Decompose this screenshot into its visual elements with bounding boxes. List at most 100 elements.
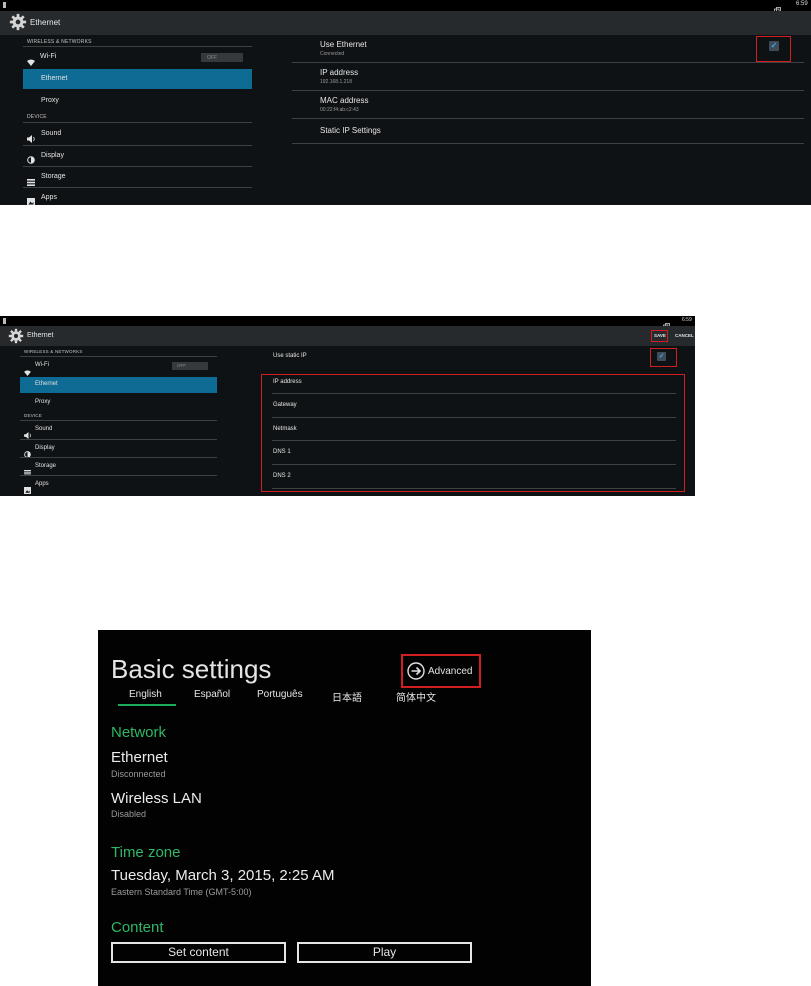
sidebar-item-ethernet[interactable]: Ethernet	[23, 69, 252, 89]
action-bar: Ethernet	[0, 11, 811, 35]
sidebar-item-label: Ethernet	[35, 381, 58, 387]
use-ethernet-title: Use Ethernet	[320, 40, 367, 49]
language-tab-espanol[interactable]: Español	[194, 689, 230, 700]
status-bar: 6:59	[0, 316, 695, 330]
highlight-box	[756, 36, 791, 62]
wifi-toggle[interactable]: OFF	[201, 53, 243, 62]
network-heading: Network	[111, 724, 167, 741]
timezone-label: Eastern Standard Time (GMT-5:00)	[111, 887, 252, 897]
sidebar: WIRELESS & NETWORKS Wi-Fi OFF Ethernet P…	[0, 346, 220, 496]
cancel-button[interactable]: CANCEL	[675, 333, 694, 338]
multiwindow-icon	[663, 317, 670, 330]
mac-address-value: 00:22:f4:ab:c2:43	[320, 107, 359, 113]
wifi-toggle[interactable]: OFF	[172, 362, 208, 370]
apps-icon	[24, 481, 31, 496]
sidebar-item-label: Wi-Fi	[35, 362, 49, 368]
sidebar-item-label: Storage	[41, 173, 66, 180]
divider	[23, 122, 252, 123]
language-tab-english[interactable]: English	[129, 689, 162, 700]
ethernet-status: Disconnected	[111, 769, 166, 779]
notification-icon	[3, 2, 6, 8]
sidebar-item-label: Proxy	[41, 97, 59, 104]
language-tab-japanese[interactable]: 日本語	[332, 689, 362, 704]
sidebar: WIRELESS & NETWORKS Wi-Fi OFF Ethernet P…	[0, 35, 260, 205]
ip-address-row: IP address 192.168.1.218	[319, 63, 789, 90]
ethernet-item[interactable]: Ethernet Disconnected	[111, 749, 311, 783]
highlight-box	[651, 330, 668, 342]
page-title: Basic settings	[111, 654, 272, 684]
status-time: 6:59	[682, 317, 692, 323]
settings-gear-icon[interactable]	[8, 328, 24, 344]
language-tab-portugues[interactable]: Português	[257, 689, 303, 700]
static-ip-settings-title: Static IP Settings	[320, 126, 381, 135]
selected-tab-indicator	[118, 704, 176, 706]
sidebar-item-storage[interactable]: Storage	[20, 458, 217, 476]
sidebar-item-apps[interactable]: Apps	[23, 188, 252, 205]
wireless-lan-item[interactable]: Wireless LAN Disabled	[111, 790, 311, 824]
datetime-label: Tuesday, March 3, 2015, 2:25 AM	[111, 867, 335, 884]
sidebar-item-label: Display	[41, 152, 64, 159]
sidebar-item-proxy[interactable]: Proxy	[23, 92, 252, 111]
ip-address-title: IP address	[320, 68, 359, 77]
ip-address-value: 192.168.1.218	[320, 79, 352, 85]
section-header-device: DEVICE	[24, 413, 42, 418]
divider	[20, 356, 217, 357]
sidebar-item-label: Wi-Fi	[40, 53, 57, 60]
action-bar: Ethernet SAVE CANCEL	[0, 326, 695, 346]
section-header-device: DEVICE	[27, 114, 47, 120]
content-heading: Content	[111, 919, 164, 936]
section-header-wireless: WIRELESS & NETWORKS	[24, 349, 83, 354]
sidebar-item-proxy[interactable]: Proxy	[20, 395, 217, 411]
sidebar-item-wifi[interactable]: Wi-Fi OFF	[23, 48, 252, 66]
mac-address-title: MAC address	[320, 96, 369, 105]
wireless-lan-label: Wireless LAN	[111, 790, 202, 807]
sidebar-item-label: Ethernet	[41, 75, 68, 82]
sidebar-item-label: Display	[35, 445, 55, 451]
sidebar-item-sound[interactable]: Sound	[20, 421, 217, 439]
multiwindow-icon	[774, 1, 781, 14]
highlight-box	[401, 654, 481, 688]
highlight-box	[650, 348, 677, 367]
sidebar-item-label: Proxy	[35, 399, 51, 405]
divider	[23, 46, 252, 47]
basic-settings-screen: Basic settings Advanced English Español …	[98, 630, 591, 986]
sidebar-item-ethernet[interactable]: Ethernet	[20, 377, 217, 393]
use-ethernet-summary: Connected	[320, 51, 345, 57]
static-ip-settings-screen: 6:59 Ethernet SAVE CANCEL WIRELESS & NET…	[0, 316, 695, 496]
sidebar-item-wifi[interactable]: Wi-Fi OFF	[20, 358, 217, 376]
timezone-item[interactable]: Tuesday, March 3, 2015, 2:25 AM Eastern …	[111, 867, 411, 901]
status-bar: 6:59	[0, 0, 811, 14]
highlight-box	[261, 374, 685, 492]
sidebar-item-label: Sound	[41, 130, 62, 137]
use-static-ip-title: Use static IP	[273, 353, 307, 359]
play-button[interactable]: Play	[297, 942, 472, 963]
sidebar-item-storage[interactable]: Storage	[23, 167, 252, 187]
sidebar-item-sound[interactable]: Sound	[23, 124, 252, 144]
sidebar-item-label: Apps	[41, 194, 57, 201]
sidebar-item-display[interactable]: Display	[23, 146, 252, 166]
use-static-ip-row[interactable]: Use static IP	[272, 352, 352, 364]
page-title: Ethernet	[30, 18, 61, 27]
sidebar-item-label: Storage	[35, 463, 57, 469]
apps-icon	[27, 193, 35, 205]
settings-gear-icon[interactable]	[9, 13, 27, 31]
sidebar-item-display[interactable]: Display	[20, 440, 217, 458]
status-time: 6:59	[796, 1, 808, 7]
timezone-heading: Time zone	[111, 844, 181, 861]
set-content-button[interactable]: Set content	[111, 942, 286, 963]
use-ethernet-row[interactable]: Use Ethernet Connected	[319, 35, 789, 62]
static-ip-settings-row[interactable]: Static IP Settings	[319, 119, 789, 143]
ethernet-preferences: Use Ethernet Connected ✓ IP address 192.…	[292, 35, 804, 205]
ethernet-label: Ethernet	[111, 749, 168, 766]
language-tab-chinese[interactable]: 简体中文	[396, 689, 436, 704]
wireless-lan-status: Disabled	[111, 809, 147, 819]
mac-address-row: MAC address 00:22:f4:ab:c2:43	[319, 91, 789, 118]
section-header-wireless: WIRELESS & NETWORKS	[27, 39, 92, 45]
page-title: Ethernet	[27, 332, 54, 339]
sidebar-item-label: Sound	[35, 426, 53, 432]
sidebar-item-apps[interactable]: Apps	[20, 476, 217, 496]
sidebar-item-label: Apps	[35, 481, 49, 487]
notification-icon	[3, 318, 6, 324]
divider	[292, 143, 804, 144]
ethernet-settings-screen: 6:59 Ethernet WIRELESS & NETWORKS Wi-Fi …	[0, 0, 811, 205]
